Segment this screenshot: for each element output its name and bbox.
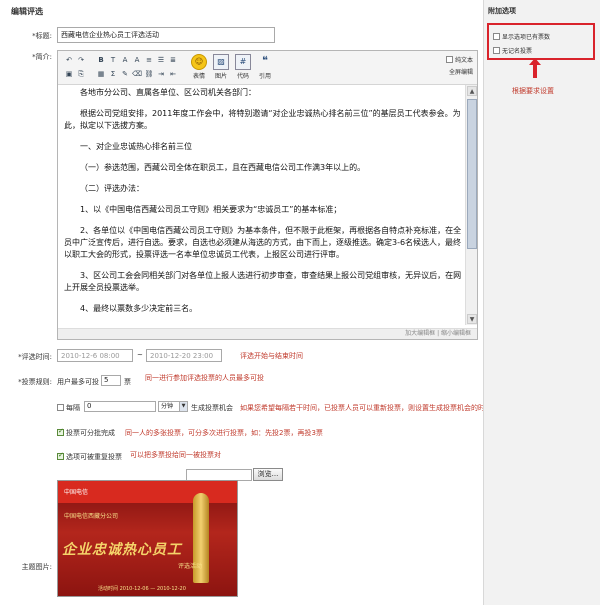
banner-headline: 企业忠诚热心员工 (62, 542, 182, 558)
max-votes-input[interactable]: 5 (101, 375, 121, 386)
paragraph: 4、最终以票数多少决定前三名。 (80, 304, 198, 313)
align-right-icon[interactable]: ≣ (168, 55, 178, 65)
time-label: *评选时间: (18, 353, 52, 361)
align-left-icon[interactable]: ≡ (144, 55, 154, 65)
chevron-down-icon: ▼ (179, 402, 187, 411)
banner-subtitle: 评选活动 (178, 563, 203, 570)
arrow-shaft (533, 62, 537, 78)
sum-icon[interactable]: Σ (108, 69, 118, 79)
scroll-up-icon[interactable]: ▲ (467, 86, 477, 96)
title-label: *标题: (32, 32, 52, 40)
interval-note: 如果您希望每隔若干时间，已投票人员可以重新投票，则设置生成投票机会的时间间隔 (240, 404, 506, 412)
page-title: 编辑评选 (11, 7, 43, 16)
start-date-input[interactable]: 2010-12-6 08:00 (57, 349, 133, 362)
redo-icon[interactable]: ↷ (76, 55, 86, 65)
split-option[interactable]: 投票可分批完成 (57, 427, 115, 438)
editor-scrollbar[interactable]: ▲ ▼ (465, 85, 477, 325)
plain-text-toggle[interactable]: 纯文本 (445, 55, 473, 64)
main-form: 编辑评选 *标题: 西藏电信企业热心员工评选活动 *简介: ↶ ↷ ▣ ⎘ B … (0, 0, 506, 605)
banner-company: 中国电信西藏分公司 (64, 513, 119, 520)
code-icon: # (235, 54, 251, 70)
font-color-icon[interactable]: A (120, 55, 130, 65)
interval-unit-select[interactable]: 分钟 ▼ (158, 401, 188, 412)
table-icon[interactable]: ▦ (96, 69, 106, 79)
show-votes-option[interactable]: 显示选项已有票数 (493, 32, 550, 41)
addon-title: 附加选项 (488, 7, 516, 15)
font-size-icon[interactable]: T (108, 55, 118, 65)
save-icon[interactable]: ▣ (64, 69, 74, 79)
undo-icon[interactable]: ↶ (64, 55, 74, 65)
copy-icon[interactable]: ⎘ (76, 69, 86, 79)
addon-panel: 附加选项 显示选项已有票数 无记名投票 根据要求设置 (483, 0, 600, 605)
anonymous-vote-checkbox[interactable] (493, 47, 500, 54)
editor-resize-bar[interactable]: 加大编辑框 | 缩小编辑框 (58, 328, 477, 339)
indent-icon[interactable]: ⇥ (156, 69, 166, 79)
emoticon-button[interactable]: ☺ 表情 (190, 54, 208, 80)
paragraph: 一、对企业忠诚热心排名前三位 (80, 142, 192, 151)
anonymous-vote-option[interactable]: 无记名投票 (493, 46, 532, 55)
interval-option[interactable]: 每隔 (57, 403, 80, 413)
list-icon[interactable]: ☰ (156, 55, 166, 65)
rich-text-editor[interactable]: ↶ ↷ ▣ ⎘ B T A A ≡ ☰ ≣ ▦ Σ ✎ ⌫ ⛓ ⇥ ⇤ ☺ 表情… (57, 50, 478, 340)
repeat-option[interactable]: 选项可被重复投票 (57, 451, 122, 462)
bold-icon[interactable]: B (96, 55, 106, 65)
paragraph: 3、区公司工会会同相关部门对各单位上报人选进行初步审查，审查结果上报公司党组审核… (64, 271, 462, 292)
fullscreen-link[interactable]: 全屏编辑 (449, 67, 473, 76)
code-button[interactable]: # 代码 (234, 54, 252, 80)
editor-toolbar: ↶ ↷ ▣ ⎘ B T A A ≡ ☰ ≣ ▦ Σ ✎ ⌫ ⛓ ⇥ ⇤ ☺ 表情… (58, 51, 477, 85)
quote-button[interactable]: ❝ 引用 (256, 54, 274, 80)
paragraph: 2、各单位以《中国电信西藏公司员工守则》为基本条件，但不限于此框架，再根据各自特… (64, 226, 462, 259)
interval-input[interactable]: 0 (84, 401, 156, 412)
end-date-input[interactable]: 2010-12-20 23:00 (146, 349, 222, 362)
split-checkbox[interactable] (57, 427, 64, 436)
addon-options-box: 显示选项已有票数 无记名投票 (487, 23, 595, 60)
interval-checkbox[interactable] (57, 404, 64, 411)
rule-suffix: 票 (124, 378, 131, 386)
rule-prefix: 用户最多可投 (57, 378, 99, 386)
interval-suffix: 生成投票机会 (191, 404, 233, 412)
annotation-note: 根据要求设置 (512, 87, 554, 95)
brand-logo: 中国电信 (64, 489, 89, 496)
time-note: 评选开始与结束时间 (240, 352, 303, 360)
theme-image: 中国电信 中国电信西藏分公司 企业忠诚热心员工 评选活动 活动时间 2010-1… (57, 480, 238, 597)
intro-label: *简介: (32, 53, 52, 61)
link-icon[interactable]: ⛓ (144, 69, 154, 79)
scroll-thumb[interactable] (467, 99, 477, 249)
show-votes-checkbox[interactable] (493, 33, 500, 40)
editor-content[interactable]: 各地市分公司、直属各单位、区公司机关各部门： 根据公司党组安排，2011年度工作… (64, 87, 464, 325)
eraser-icon[interactable]: ⌫ (132, 69, 142, 79)
repeat-checkbox[interactable] (57, 451, 64, 460)
repeat-note: 可以把多票投给同一被投票对 (130, 451, 221, 459)
browse-button[interactable]: 浏览... (253, 468, 283, 481)
split-note: 同一人的多张投票，可分多次进行投票，如：先投2票，再投3票 (125, 429, 323, 437)
image-icon: ▨ (213, 54, 229, 70)
image-button[interactable]: ▨ 图片 (212, 54, 230, 80)
banner-footer: 活动时间 2010-12-06 — 2010-12-20 (98, 586, 186, 592)
outdent-icon[interactable]: ⇤ (168, 69, 178, 79)
paint-icon[interactable]: ✎ (120, 69, 130, 79)
quote-icon: ❝ (262, 54, 268, 67)
paragraph: 各地市分公司、直属各单位、区公司机关各部门： (80, 88, 256, 97)
smiley-icon: ☺ (191, 54, 207, 70)
rule-note: 同一进行参加评选投票的人员最多可投 (145, 374, 264, 382)
paragraph: （一）参选范围，西藏公司全体在职员工，且在西藏电信公司工作满3年以上的。 (80, 163, 366, 172)
highlight-icon[interactable]: A (132, 55, 142, 65)
rule-label: *投票规则: (18, 378, 52, 386)
date-separator: ~ (137, 351, 143, 359)
image-label: 主题图片: (21, 563, 52, 571)
scroll-down-icon[interactable]: ▼ (467, 314, 477, 324)
title-input[interactable]: 西藏电信企业热心员工评选活动 (57, 27, 275, 43)
paragraph: 1、以《中国电信西藏公司员工守则》相关要求为“忠诚员工”的基本标准； (80, 205, 342, 214)
paragraph: 根据公司党组安排，2011年度工作会中，将特别邀请“对企业忠诚热心排名前三位”的… (64, 109, 461, 130)
paragraph: （二）评选办法： (80, 184, 144, 193)
plain-text-checkbox[interactable] (445, 56, 453, 63)
